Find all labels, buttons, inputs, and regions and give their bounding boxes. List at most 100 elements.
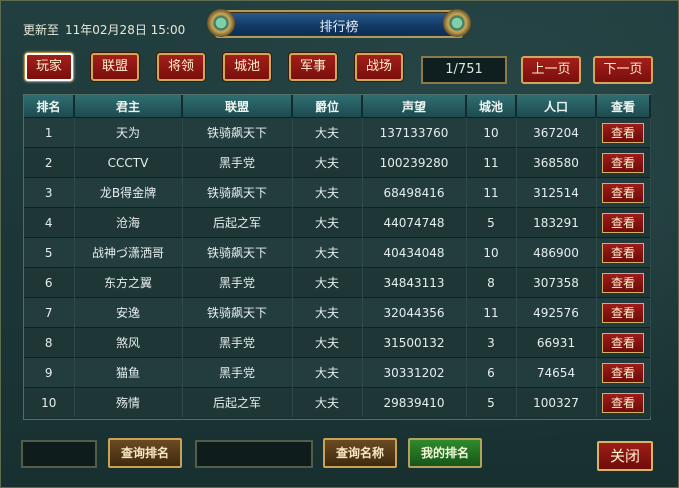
view-cell: 查看 [596,177,651,208]
view-cell: 查看 [596,207,651,238]
title-cell: 大夫 [292,117,363,148]
cities-cell: 5 [466,387,517,417]
title-bar: 排行榜 [207,9,471,38]
population-cell: 367204 [516,117,597,148]
ornament-icon [443,9,471,37]
view-button[interactable]: 查看 [602,272,644,293]
title-cell: 大夫 [292,357,363,388]
lord-cell: 龙B得金牌 [74,177,183,208]
table-row: 5 战神づ潇洒哥 铁骑飙天下 大夫 40434048 10 486900 查看 [24,237,651,268]
col-rank: 排名 [24,95,75,118]
rank-query-input[interactable] [21,440,97,468]
prestige-cell: 30331202 [362,357,467,388]
cities-cell: 11 [466,297,517,328]
view-button[interactable]: 查看 [602,392,644,413]
prestige-cell: 31500132 [362,327,467,358]
view-button[interactable]: 查看 [602,242,644,263]
table-row: 6 东方之翼 黑手党 大夫 34843113 8 307358 查看 [24,267,651,298]
cities-cell: 11 [466,147,517,178]
query-name-button[interactable]: 查询名称 [323,438,397,468]
population-cell: 492576 [516,297,597,328]
query-rank-button[interactable]: 查询排名 [108,438,182,468]
table-row: 2 CCCTV 黑手党 大夫 100239280 11 368580 查看 [24,147,651,178]
lord-cell: 东方之翼 [74,267,183,298]
tab-alliance[interactable]: 联盟 [91,53,139,81]
tab-cities[interactable]: 城池 [223,53,271,81]
title-cell: 大夫 [292,147,363,178]
table-row: 10 殇情 后起之军 大夫 29839410 5 100327 查看 [24,387,651,417]
population-cell: 74654 [516,357,597,388]
lord-cell: 天为 [74,117,183,148]
population-cell: 66931 [516,327,597,358]
view-button[interactable]: 查看 [602,182,644,203]
tab-battlefield[interactable]: 战场 [355,53,403,81]
cities-cell: 8 [466,267,517,298]
title-cell: 大夫 [292,177,363,208]
tab-generals[interactable]: 将领 [157,53,205,81]
view-cell: 查看 [596,357,651,388]
rank-cell: 4 [24,207,75,238]
col-population: 人口 [516,95,597,118]
view-button[interactable]: 查看 [602,302,644,323]
col-lord: 君主 [74,95,183,118]
title-cell: 大夫 [292,387,363,417]
cities-cell: 10 [466,237,517,268]
update-info: 更新至 11年02月28日 15:00 [23,21,191,38]
close-button[interactable]: 关闭 [597,441,653,471]
view-cell: 查看 [596,267,651,298]
view-cell: 查看 [596,327,651,358]
view-button[interactable]: 查看 [602,212,644,233]
update-label: 更新至 [23,23,60,37]
table-header-row: 排名 君主 联盟 爵位 声望 城池 人口 查看 [24,95,651,118]
view-cell: 查看 [596,237,651,268]
col-cities: 城池 [466,95,517,118]
rank-cell: 5 [24,237,75,268]
prestige-cell: 34843113 [362,267,467,298]
alliance-cell: 铁骑飙天下 [182,177,293,208]
cities-cell: 5 [466,207,517,238]
update-time: 11年02月28日 15:00 [65,23,186,37]
prev-page-button[interactable]: 上一页 [521,56,581,84]
view-button[interactable]: 查看 [602,152,644,173]
table-row: 9 猫鱼 黑手党 大夫 30331202 6 74654 查看 [24,357,651,388]
view-button[interactable]: 查看 [602,122,644,143]
lord-cell: 战神づ潇洒哥 [74,237,183,268]
ranking-window: 更新至 11年02月28日 15:00 排行榜 玩家 联盟 将领 城池 军事 战场… [0,0,679,488]
view-cell: 查看 [596,387,651,417]
rank-cell: 9 [24,357,75,388]
prestige-cell: 68498416 [362,177,467,208]
alliance-cell: 黑手党 [182,357,293,388]
lord-cell: 安逸 [74,297,183,328]
table-row: 7 安逸 铁骑飙天下 大夫 32044356 11 492576 查看 [24,297,651,328]
lord-cell: CCCTV [74,147,183,178]
table-row: 3 龙B得金牌 铁骑飙天下 大夫 68498416 11 312514 查看 [24,177,651,208]
rank-cell: 7 [24,297,75,328]
view-cell: 查看 [596,117,651,148]
alliance-cell: 黑手党 [182,327,293,358]
view-cell: 查看 [596,147,651,178]
next-page-button[interactable]: 下一页 [593,56,653,84]
table-row: 1 天为 铁骑飙天下 大夫 137133760 10 367204 查看 [24,117,651,148]
alliance-cell: 后起之军 [182,387,293,417]
cities-cell: 10 [466,117,517,148]
table-row: 4 沧海 后起之军 大夫 44074748 5 183291 查看 [24,207,651,238]
prestige-cell: 137133760 [362,117,467,148]
title-cell: 大夫 [292,237,363,268]
rank-cell: 8 [24,327,75,358]
population-cell: 312514 [516,177,597,208]
cities-cell: 3 [466,327,517,358]
page-indicator: 1/751 [421,56,507,84]
name-query-input[interactable] [195,440,313,468]
tab-military[interactable]: 军事 [289,53,337,81]
col-alliance: 联盟 [182,95,293,118]
view-button[interactable]: 查看 [602,332,644,353]
my-rank-button[interactable]: 我的排名 [408,438,482,468]
view-button[interactable]: 查看 [602,362,644,383]
lord-cell: 沧海 [74,207,183,238]
table-row: 8 煞风 黑手党 大夫 31500132 3 66931 查看 [24,327,651,358]
tab-players[interactable]: 玩家 [25,53,73,81]
lord-cell: 猫鱼 [74,357,183,388]
view-cell: 查看 [596,297,651,328]
window-title: 排行榜 [319,20,359,35]
rank-cell: 10 [24,387,75,417]
